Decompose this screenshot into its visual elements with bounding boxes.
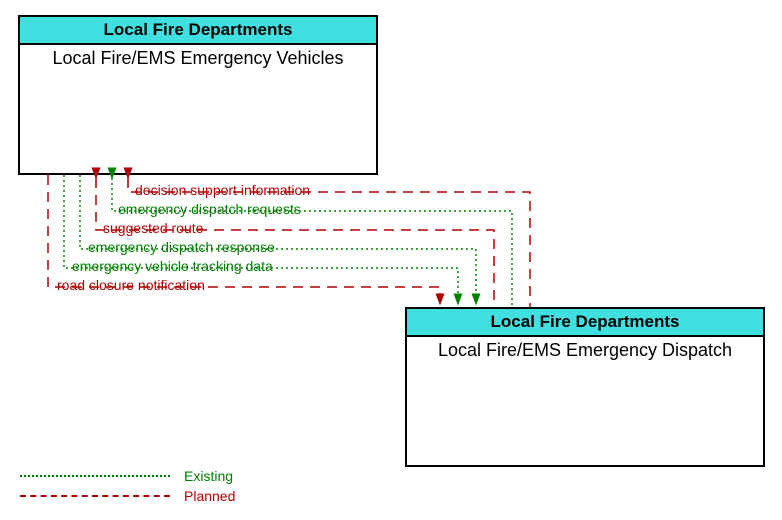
node-vehicles: Local Fire Departments Local Fire/EMS Em… (18, 15, 378, 175)
legend-label-planned: Planned (184, 488, 235, 504)
node-dispatch-body: Local Fire/EMS Emergency Dispatch (407, 337, 763, 364)
flow-label-decision-support: decision support information (135, 182, 310, 198)
node-vehicles-body: Local Fire/EMS Emergency Vehicles (20, 45, 376, 72)
flow-label-road-closure: road closure notification (57, 277, 205, 293)
node-dispatch-header: Local Fire Departments (407, 309, 763, 337)
flow-label-vehicle-tracking: emergency vehicle tracking data (72, 258, 273, 274)
legend-line-planned (20, 495, 170, 497)
node-dispatch: Local Fire Departments Local Fire/EMS Em… (405, 307, 765, 467)
legend-row-planned: Planned (20, 486, 235, 506)
flow-label-suggested-route: suggested route (103, 220, 203, 236)
flow-label-dispatch-requests: emergency dispatch requests (118, 201, 301, 217)
legend: Existing Planned (20, 466, 235, 506)
flow-label-dispatch-response: emergency dispatch response (88, 239, 275, 255)
legend-label-existing: Existing (184, 468, 233, 484)
node-vehicles-header: Local Fire Departments (20, 17, 376, 45)
legend-row-existing: Existing (20, 466, 235, 486)
legend-line-existing (20, 475, 170, 477)
